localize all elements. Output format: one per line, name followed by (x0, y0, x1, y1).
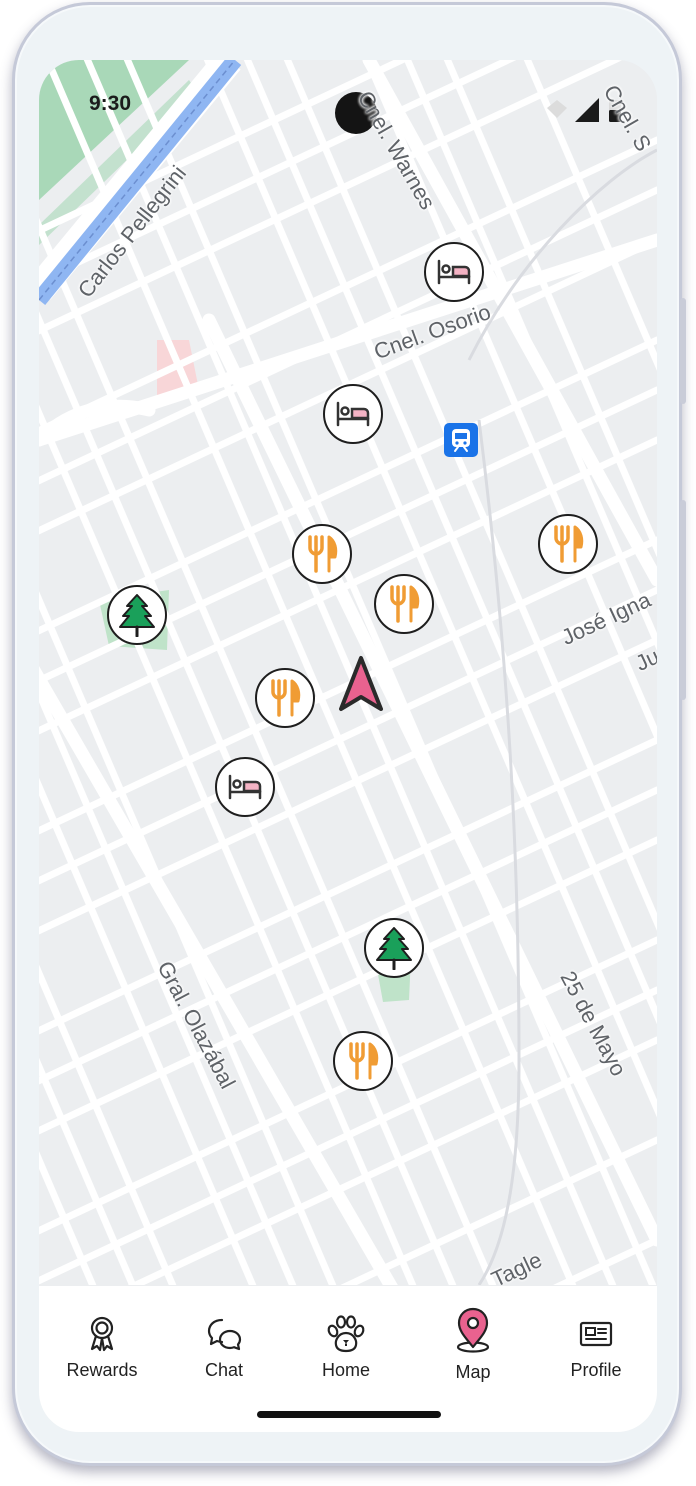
hotel-icon (228, 774, 262, 800)
wifi-icon (547, 100, 567, 118)
nav-label-map: Map (455, 1362, 491, 1382)
nav-label-chat: Chat (204, 1360, 244, 1380)
park-marker[interactable] (364, 918, 424, 978)
nav-label-home: Home (321, 1360, 370, 1380)
restaurant-icon (349, 1042, 379, 1080)
current-location-arrow-icon (339, 656, 383, 711)
nav-item-map[interactable]: Map (418, 1307, 528, 1383)
nav-label-profile: Profile (570, 1360, 622, 1380)
hotel-icon (336, 401, 370, 427)
screen: 9:30 Carlos Pellegrini Cnel. Warnes Cnel… (39, 60, 657, 1432)
hotel-icon (437, 259, 471, 285)
map-pin-icon (456, 1307, 490, 1353)
train-station-marker[interactable] (444, 423, 478, 457)
restaurant-icon (271, 679, 301, 717)
hotel-marker[interactable] (215, 757, 275, 817)
train-icon (452, 429, 470, 452)
id-card-icon (579, 1321, 613, 1347)
hotel-marker[interactable] (323, 384, 383, 444)
nav-item-home[interactable]: Home (291, 1314, 401, 1381)
power-button (680, 298, 686, 404)
restaurant-marker[interactable] (538, 514, 598, 574)
restaurant-marker[interactable] (292, 524, 352, 584)
park-marker[interactable] (107, 585, 167, 645)
nav-item-profile[interactable]: Profile (541, 1314, 651, 1381)
volume-button (680, 500, 686, 700)
signal-icon (575, 98, 599, 122)
home-indicator[interactable] (257, 1411, 441, 1418)
bottom-navigation: Rewards Chat Home Map Profile (39, 1285, 657, 1432)
nav-item-rewards[interactable]: Rewards (47, 1314, 157, 1381)
restaurant-marker[interactable] (374, 574, 434, 634)
restaurant-marker[interactable] (333, 1031, 393, 1091)
award-icon (90, 1316, 114, 1352)
paw-icon (327, 1315, 365, 1353)
park-icon (119, 594, 155, 637)
nav-label-rewards: Rewards (66, 1360, 138, 1380)
nav-item-chat[interactable]: Chat (169, 1314, 279, 1381)
restaurant-marker[interactable] (255, 668, 315, 728)
park-icon (376, 927, 412, 970)
restaurant-icon (308, 535, 338, 573)
status-time: 9:30 (89, 92, 132, 115)
restaurant-icon (390, 585, 420, 623)
restaurant-icon (554, 525, 584, 563)
hotel-marker[interactable] (424, 242, 484, 302)
chat-icon (207, 1318, 242, 1351)
